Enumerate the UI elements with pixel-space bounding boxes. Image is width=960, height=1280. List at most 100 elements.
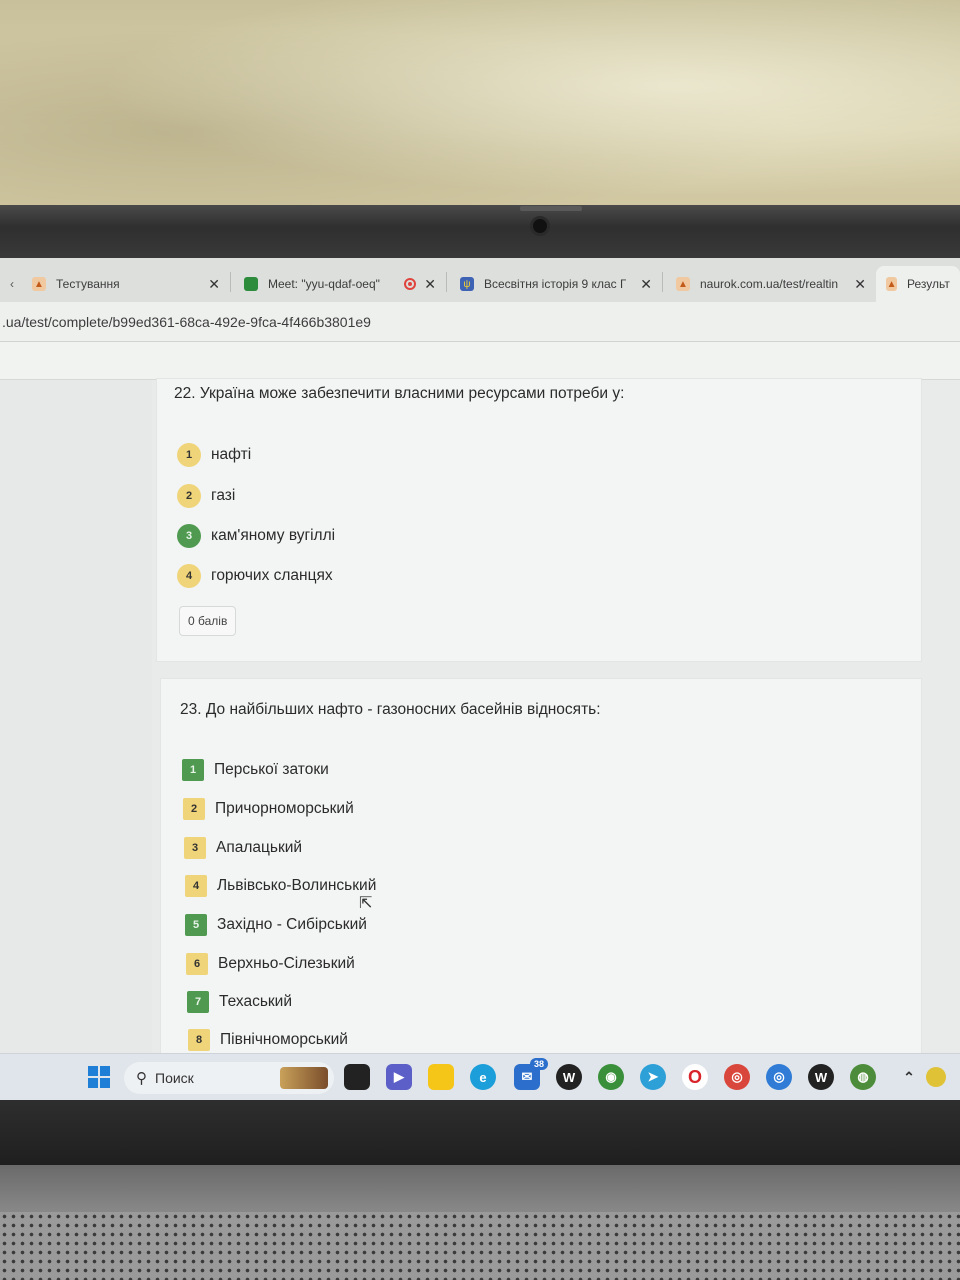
naurok-favicon-icon: ▲	[32, 277, 46, 291]
tab-title: Результат	[907, 277, 950, 291]
opera-icon[interactable]: O	[682, 1064, 708, 1090]
close-icon[interactable]: ✕	[854, 276, 866, 293]
answer-number-badge: 2	[177, 484, 201, 508]
camera-bar	[520, 206, 582, 211]
webcam	[530, 216, 550, 236]
search-placeholder: Поиск	[155, 1070, 194, 1086]
answer-text: кам'яному вугіллі	[211, 527, 336, 544]
question-title: 23. До найбільших нафто - газоносних бас…	[180, 701, 601, 718]
answer-text: нафті	[211, 446, 252, 463]
answer-option: 4 горючих сланцях	[177, 564, 333, 588]
chrome-icon[interactable]: ◎	[724, 1064, 750, 1090]
answer-option: 1 нафті	[177, 443, 251, 467]
meet-favicon-icon	[244, 277, 258, 291]
laptop-bezel-bottom	[0, 1100, 960, 1170]
laptop-hinge	[0, 1165, 960, 1215]
speaker-grill	[0, 1212, 960, 1280]
tab-separator	[230, 272, 231, 292]
answer-number-badge: 8	[188, 1029, 210, 1051]
tray-app-icon[interactable]	[926, 1067, 946, 1087]
answer-number-badge: 3	[184, 837, 206, 859]
answer-text: газі	[211, 487, 236, 504]
tab-title: Тестування	[56, 277, 120, 291]
task-view-icon[interactable]	[344, 1064, 370, 1090]
answer-text: Перської затоки	[214, 761, 329, 778]
screen: ‹ ▲ Тестування ✕ Meet: "yyu-qdaf-oeq" ✕ …	[0, 258, 960, 1103]
edge-icon[interactable]: e	[470, 1064, 496, 1090]
tab-title: naurok.com.ua/test/realtin	[700, 277, 839, 291]
tab-title: Всесвітня історія 9 клас Г	[484, 277, 626, 291]
ukraine-favicon-icon: ψ	[460, 277, 474, 291]
chevron-left-icon: ‹	[10, 277, 14, 291]
answer-number-badge: 6	[186, 953, 208, 975]
windows-taskbar: ⚲ Поиск ▶ e ✉ 38 W ◉ ➤ O ◎ ◎ W ◍ ⌃	[0, 1053, 960, 1103]
answer-option: 1 Перської затоки	[182, 759, 329, 781]
answer-text: Верхньо-Сілезький	[218, 955, 355, 972]
answer-text: Львівсько-Волинський	[217, 877, 377, 894]
close-icon[interactable]: ✕	[424, 276, 436, 293]
answer-option: 3 кам'яному вугіллі	[177, 524, 335, 548]
answer-number-badge: 1	[182, 759, 204, 781]
tab-separator	[662, 272, 663, 292]
answer-option: 4 Львівсько-Волинський	[185, 875, 376, 897]
answer-number-badge: 5	[185, 914, 207, 936]
tab-result[interactable]: ▲ Результат	[876, 266, 960, 302]
answer-option: 2 газі	[177, 484, 235, 508]
answer-option: 2 Причорноморський	[183, 798, 354, 820]
close-icon[interactable]: ✕	[208, 276, 220, 293]
telegram-icon[interactable]: ➤	[640, 1064, 666, 1090]
teams-icon[interactable]: ▶	[386, 1064, 412, 1090]
close-icon[interactable]: ✕	[640, 276, 652, 293]
answer-text: Причорноморський	[215, 800, 354, 817]
answer-option: 5 Західно - Сибірський	[185, 914, 367, 936]
file-explorer-icon[interactable]	[428, 1064, 454, 1090]
answer-option: 8 Північноморський	[188, 1029, 348, 1051]
mail-icon[interactable]: ✉ 38	[514, 1058, 548, 1090]
chevron-up-icon[interactable]: ⌃	[896, 1064, 922, 1090]
tab-title: Meet: "yyu-qdaf-oeq"	[268, 277, 380, 291]
chrome-profile-icon[interactable]: ◉	[598, 1064, 624, 1090]
search-icon: ⚲	[136, 1070, 147, 1087]
search-highlight-image	[280, 1067, 328, 1089]
mail-count-badge: 38	[529, 1058, 548, 1070]
naurok-favicon-icon: ▲	[886, 277, 898, 291]
test-results-page: 22. Україна може забезпечити власними ре…	[0, 378, 960, 1078]
answer-number-badge: 3	[177, 524, 201, 548]
tab-meet[interactable]: Meet: "yyu-qdaf-oeq" ✕	[234, 266, 442, 302]
left-sidebar	[0, 380, 152, 1060]
url-text: .ua/test/complete/b99ed361-68ca-492e-9fc…	[2, 314, 371, 330]
answer-text: Техаський	[219, 993, 292, 1010]
mouse-cursor-icon: ⇱	[359, 895, 373, 912]
answer-number-badge: 4	[177, 564, 201, 588]
tab-separator	[446, 272, 447, 292]
background-wall	[0, 0, 960, 215]
globe-app-icon[interactable]: ◍	[850, 1064, 876, 1090]
answer-number-badge: 1	[177, 443, 201, 467]
recording-icon	[404, 278, 416, 290]
tab-naurok-realtime[interactable]: ▲ naurok.com.ua/test/realtin ✕	[666, 266, 872, 302]
question-card-23: 23. До найбільших нафто - газоносних бас…	[160, 678, 922, 1078]
answer-option: 7 Техаський	[187, 991, 292, 1013]
app-w2-icon[interactable]: W	[808, 1064, 834, 1090]
answer-number-badge: 2	[183, 798, 205, 820]
answer-number-badge: 4	[185, 875, 207, 897]
answer-text: горючих сланцях	[211, 567, 333, 584]
app-w-icon[interactable]: W	[556, 1064, 582, 1090]
windows-start-icon[interactable]	[86, 1064, 112, 1090]
answer-text: Апалацький	[216, 839, 303, 856]
tab-testuvannia[interactable]: ‹ ▲ Тестування ✕	[0, 266, 226, 302]
answer-number-badge: 7	[187, 991, 209, 1013]
answer-text: Західно - Сибірський	[217, 916, 367, 933]
naurok-favicon-icon: ▲	[676, 277, 690, 291]
score-badge: 0 балів	[179, 606, 237, 636]
laptop-bezel-top	[0, 205, 960, 261]
browser-tab-strip: ‹ ▲ Тестування ✕ Meet: "yyu-qdaf-oeq" ✕ …	[0, 258, 960, 302]
page-header-strip	[0, 342, 960, 380]
tab-history[interactable]: ψ Всесвітня історія 9 клас Г ✕	[450, 266, 658, 302]
answer-option: 6 Верхньо-Сілезький	[186, 953, 355, 975]
address-bar[interactable]: .ua/test/complete/b99ed361-68ca-492e-9fc…	[0, 302, 960, 342]
taskbar-search[interactable]: ⚲ Поиск	[124, 1062, 334, 1094]
question-title: 22. Україна може забезпечити власними ре…	[174, 385, 625, 402]
chrome-canary-icon[interactable]: ◎	[766, 1064, 792, 1090]
question-card-22: 22. Україна може забезпечити власними ре…	[156, 378, 922, 662]
